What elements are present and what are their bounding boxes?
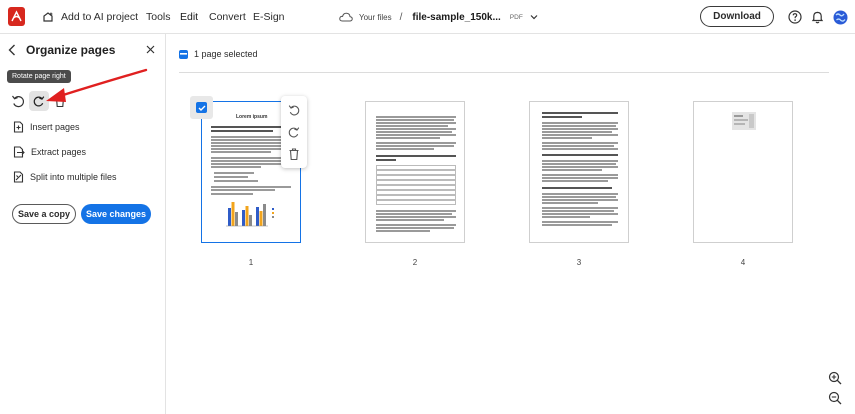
- chevron-down-icon[interactable]: [530, 14, 538, 20]
- organize-pages-panel: Organize pages Rotate page right Insert …: [0, 34, 166, 414]
- rotate-right-button[interactable]: [29, 91, 49, 111]
- rotate-right-icon: [33, 96, 45, 107]
- insert-pages-action[interactable]: Insert pages: [13, 121, 80, 133]
- selection-text: 1 page selected: [194, 49, 258, 59]
- page-rotate-right-icon[interactable]: [287, 125, 301, 139]
- ai-project-label: Add to AI project: [61, 11, 139, 23]
- selection-status: 1 page selected: [179, 49, 258, 59]
- extract-pages-icon: [13, 146, 25, 158]
- split-files-label: Split into multiple files: [30, 172, 117, 182]
- page-number-4: 4: [740, 258, 746, 267]
- tab-tools[interactable]: Tools: [146, 11, 171, 23]
- file-breadcrumb: Your files / file-sample_150k... PDF: [339, 9, 538, 25]
- tab-convert[interactable]: Convert: [209, 11, 246, 23]
- add-to-ai-project-button[interactable]: Add to AI project: [41, 8, 138, 26]
- extract-pages-action[interactable]: Extract pages: [13, 146, 86, 158]
- trash-icon[interactable]: [53, 94, 67, 108]
- your-files-link[interactable]: Your files: [359, 13, 392, 22]
- download-button[interactable]: Download: [700, 6, 774, 27]
- rotate-right-tooltip: Rotate page right: [7, 70, 71, 83]
- page-number-3: 3: [576, 258, 582, 267]
- page-1-chart: [226, 202, 274, 227]
- page-1-title: Lorem ipsum: [236, 114, 268, 120]
- panel-title: Organize pages: [26, 43, 116, 57]
- page-number-1: 1: [248, 258, 254, 267]
- split-files-action[interactable]: Split into multiple files: [13, 171, 117, 183]
- cloud-icon: [339, 12, 353, 22]
- insert-pages-label: Insert pages: [30, 122, 80, 132]
- close-icon[interactable]: [146, 45, 155, 54]
- page-rotate-left-icon[interactable]: [287, 103, 301, 117]
- zoom-in-icon[interactable]: [828, 371, 842, 385]
- rotate-left-icon[interactable]: [10, 93, 26, 109]
- back-arrow-icon[interactable]: [7, 44, 17, 56]
- zoom-out-icon[interactable]: [828, 391, 842, 405]
- top-bar: Add to AI project Tools Edit Convert E-S…: [0, 0, 855, 34]
- avatar[interactable]: [832, 9, 848, 25]
- save-changes-button[interactable]: Save changes: [81, 204, 151, 224]
- breadcrumb-separator: /: [399, 11, 403, 23]
- save-a-copy-button[interactable]: Save a copy: [12, 204, 76, 224]
- page-hover-toolbar: [281, 96, 307, 168]
- bell-icon[interactable]: [809, 9, 825, 25]
- file-type-badge: PDF: [509, 13, 523, 21]
- split-icon: [13, 171, 24, 183]
- page-1-checkbox[interactable]: [190, 96, 213, 119]
- insert-pages-icon: [13, 121, 24, 133]
- page-4-image: [732, 112, 756, 130]
- ai-project-icon: [43, 12, 53, 22]
- help-icon[interactable]: [787, 9, 803, 25]
- file-name[interactable]: file-sample_150k...: [412, 12, 500, 23]
- page-number-2: 2: [412, 258, 418, 267]
- tab-edit[interactable]: Edit: [180, 11, 198, 23]
- page-thumbnail-4[interactable]: [693, 101, 793, 243]
- page-trash-icon[interactable]: [287, 147, 301, 161]
- page-thumbnail-3[interactable]: [529, 101, 629, 243]
- divider: [179, 72, 829, 73]
- tab-esign[interactable]: E-Sign: [253, 11, 285, 23]
- extract-pages-label: Extract pages: [31, 147, 87, 157]
- acrobat-logo-icon[interactable]: [8, 7, 25, 26]
- page-thumbnail-2[interactable]: [365, 101, 465, 243]
- deselect-checkbox[interactable]: [179, 49, 188, 59]
